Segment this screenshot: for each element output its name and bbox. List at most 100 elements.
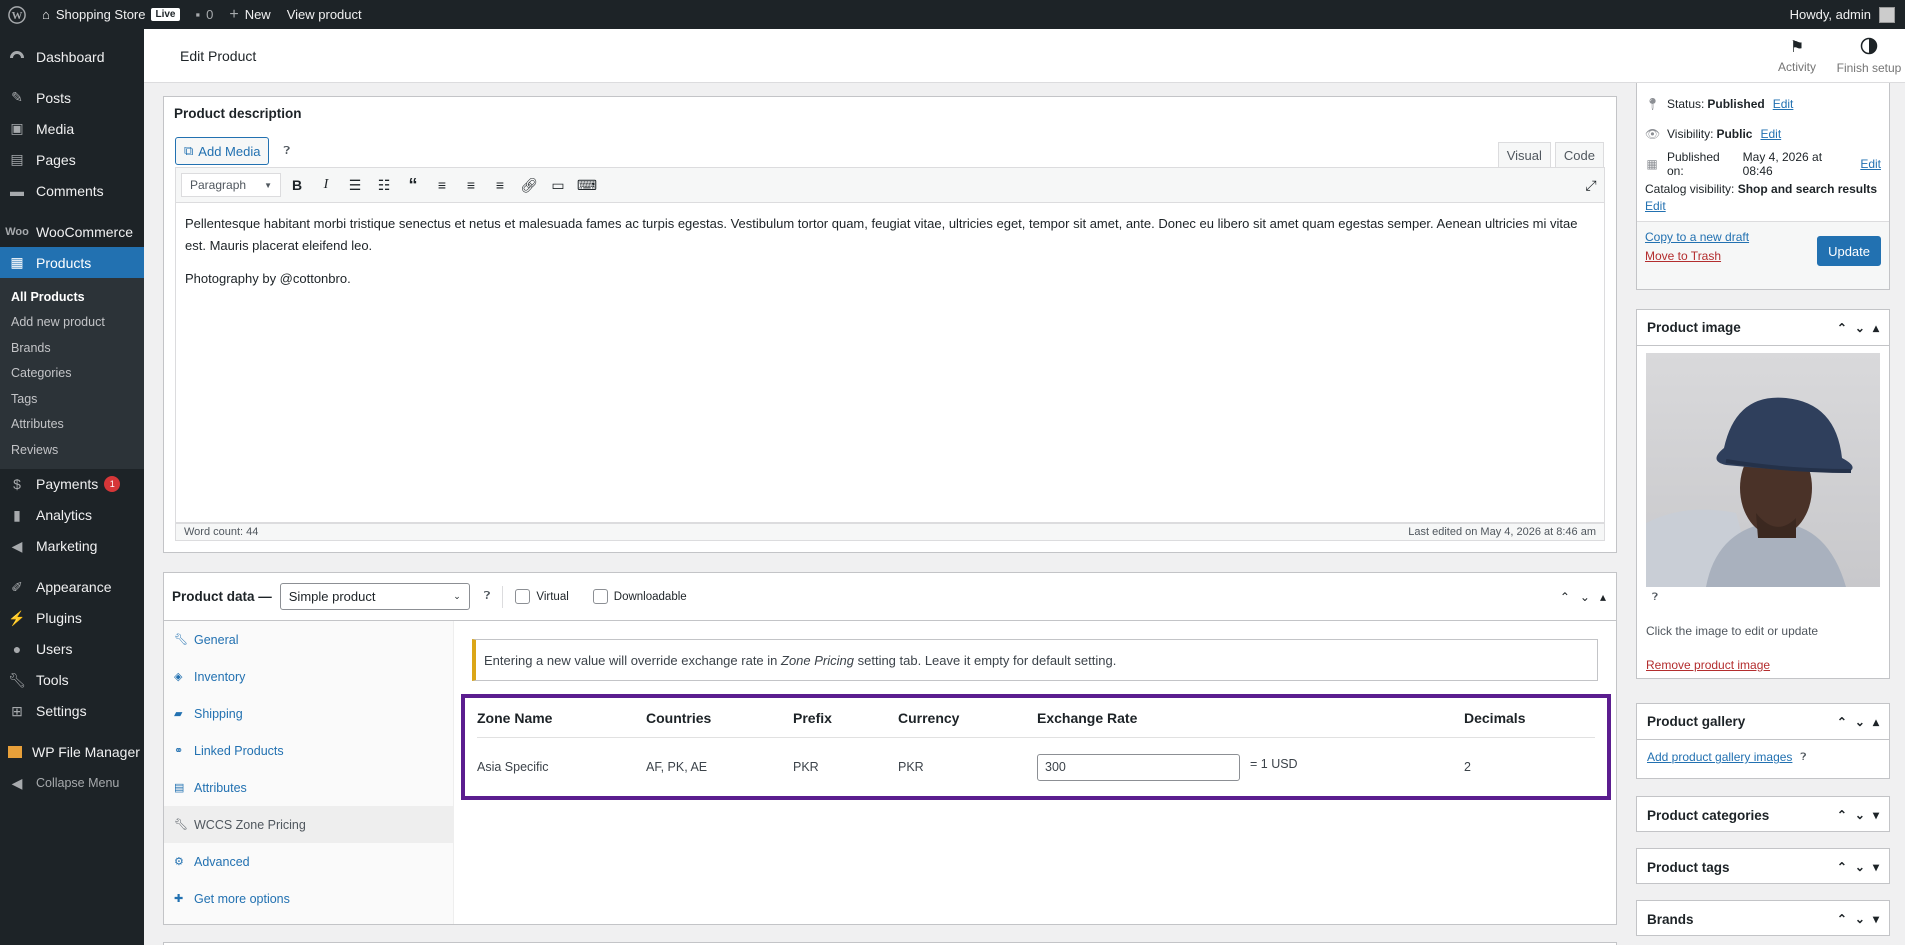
chevron-up-icon[interactable]: ⌃	[1837, 715, 1847, 729]
menu-woocommerce[interactable]: Woo WooCommerce	[0, 216, 144, 247]
toggle-panel-icon[interactable]: ▾	[1873, 912, 1879, 926]
menu-payments[interactable]: $ Payments 1	[0, 469, 144, 500]
menu-posts[interactable]: ✎ Posts	[0, 82, 144, 113]
chevron-up-icon[interactable]: ⌃	[1837, 912, 1847, 926]
chevron-down-icon[interactable]: ⌄	[1855, 808, 1865, 822]
tab-general[interactable]: 🔧︎ General	[164, 621, 453, 658]
chevron-up-icon[interactable]: ⌃	[1837, 860, 1847, 874]
site-name-link[interactable]: ⌂ Shopping Store Live	[34, 0, 188, 29]
menu-pages[interactable]: ▤ Pages	[0, 144, 144, 175]
menu-tools[interactable]: 🔧︎ Tools	[0, 665, 144, 696]
help-icon[interactable]: ❓︎	[1800, 752, 1806, 763]
product-tags-header[interactable]: Product tags ⌃ ⌄ ▾	[1637, 849, 1889, 885]
help-icon[interactable]: ❓︎	[484, 590, 491, 603]
howdy-text[interactable]: Howdy, admin	[1790, 7, 1871, 22]
product-image[interactable]	[1646, 353, 1880, 587]
wordpress-logo-icon[interactable]: W	[0, 0, 34, 29]
chevron-down-icon[interactable]: ⌄	[1855, 860, 1865, 874]
tab-visual[interactable]: Visual	[1497, 142, 1551, 168]
menu-plugins[interactable]: ⚡ Plugins	[0, 603, 144, 634]
exchange-rate-input[interactable]: 300	[1037, 753, 1240, 781]
help-icon[interactable]: ❓︎	[283, 145, 290, 158]
submenu-tags[interactable]: Tags	[0, 386, 144, 412]
menu-settings[interactable]: ⊞ Settings	[0, 696, 144, 727]
avatar[interactable]	[1879, 6, 1895, 23]
format-select[interactable]: Paragraph ▼	[181, 173, 281, 197]
menu-collapse[interactable]: ◀ Collapse Menu	[0, 768, 144, 799]
new-content-link[interactable]: + New	[221, 0, 278, 29]
toggle-panel-icon[interactable]: ▾	[1873, 860, 1879, 874]
menu-marketing[interactable]: ◀ Marketing	[0, 531, 144, 562]
add-gallery-images-link[interactable]: Add product gallery images	[1647, 750, 1792, 764]
toggle-panel-icon[interactable]: ▾	[1873, 808, 1879, 822]
downloadable-checkbox[interactable]	[592, 589, 608, 604]
eye-icon: 👁︎	[1645, 126, 1661, 141]
edit-date-link[interactable]: Edit	[1860, 157, 1881, 171]
menu-comments[interactable]: ▬ Comments	[0, 175, 144, 206]
chevron-up-icon[interactable]: ⌃	[1560, 590, 1570, 604]
virtual-checkbox[interactable]	[515, 589, 531, 604]
submenu-reviews[interactable]: Reviews	[0, 437, 144, 463]
chevron-down-icon[interactable]: ⌄	[1855, 321, 1865, 335]
bold-icon[interactable]: B	[284, 172, 310, 198]
numbered-list-icon[interactable]: ☷	[371, 172, 397, 198]
submenu-attributes[interactable]: Attributes	[0, 412, 144, 438]
tab-shipping[interactable]: ▰ Shipping	[164, 695, 453, 732]
submenu-categories[interactable]: Categories	[0, 361, 144, 387]
menu-wp-file-manager[interactable]: WP File Manager	[0, 737, 144, 768]
product-type-select[interactable]: Simple product ⌄	[279, 583, 470, 610]
menu-dashboard[interactable]: Dashboard	[0, 41, 144, 72]
virtual-option[interactable]: Virtual	[515, 589, 569, 604]
submenu-all-products[interactable]: All Products	[0, 284, 144, 310]
edit-status-link[interactable]: Edit	[1773, 97, 1794, 111]
align-center-icon[interactable]: ≡	[458, 172, 484, 198]
edit-catalog-link[interactable]: Edit	[1645, 199, 1666, 213]
tab-get-more-options[interactable]: ✚ Get more options	[164, 880, 453, 917]
menu-analytics[interactable]: ▮ Analytics	[0, 500, 144, 531]
bullet-list-icon[interactable]: ☰	[342, 172, 368, 198]
tab-code[interactable]: Code	[1554, 142, 1604, 168]
chevron-down-icon[interactable]: ⌄	[1855, 912, 1865, 926]
chevron-down-icon[interactable]: ⌄	[1855, 715, 1865, 729]
tab-inventory[interactable]: ◈ Inventory	[164, 658, 453, 695]
toggle-panel-icon[interactable]: ▴	[1600, 590, 1606, 604]
chevron-up-icon[interactable]: ⌃	[1837, 321, 1847, 335]
tab-advanced[interactable]: ⚙ Advanced	[164, 843, 453, 880]
add-media-button[interactable]: ⧉ Add Media	[175, 137, 270, 165]
read-more-icon[interactable]: ▭	[545, 172, 571, 198]
menu-products[interactable]: ▦ Products	[0, 247, 144, 278]
italic-icon[interactable]: I	[313, 172, 339, 198]
chevron-down-icon[interactable]: ⌄	[1580, 590, 1590, 604]
blockquote-icon[interactable]: “	[400, 172, 426, 198]
align-left-icon[interactable]: ≡	[429, 172, 455, 198]
menu-media[interactable]: ▣ Media	[0, 113, 144, 144]
update-button[interactable]: Update	[1817, 236, 1881, 266]
menu-appearance[interactable]: ✐ Appearance	[0, 572, 144, 603]
align-right-icon[interactable]: ≡	[487, 172, 513, 198]
brands-header[interactable]: Brands ⌃ ⌄ ▾	[1637, 901, 1889, 937]
editor-content[interactable]: Pellentesque habitant morbi tristique se…	[175, 203, 1605, 523]
menu-users[interactable]: ● Users	[0, 634, 144, 665]
link-icon: ⚭	[174, 745, 184, 757]
folder-icon	[8, 746, 22, 758]
remove-product-image-link[interactable]: Remove product image	[1646, 658, 1770, 672]
tab-linked-products[interactable]: ⚭ Linked Products	[164, 732, 453, 769]
comments-link[interactable]: ▪ 0	[188, 0, 222, 29]
activity-button[interactable]: ⚑ Activity	[1761, 29, 1833, 83]
fullscreen-icon[interactable]: ⤢	[1578, 172, 1604, 198]
help-icon[interactable]: ❓︎	[1652, 592, 1658, 603]
chevron-up-icon[interactable]: ⌃	[1837, 808, 1847, 822]
toolbar-toggle-icon[interactable]: ⌨︎	[574, 172, 600, 198]
tab-wccs-zone-pricing[interactable]: 🔧︎ WCCS Zone Pricing	[164, 806, 453, 843]
view-product-link[interactable]: View product	[279, 0, 370, 29]
product-categories-header[interactable]: Product categories ⌃ ⌄ ▾	[1637, 797, 1889, 833]
link-icon[interactable]: 🔗︎	[516, 172, 542, 198]
downloadable-option[interactable]: Downloadable	[592, 589, 687, 604]
tab-attributes[interactable]: ▤ Attributes	[164, 769, 453, 806]
edit-visibility-link[interactable]: Edit	[1760, 127, 1781, 141]
toggle-panel-icon[interactable]: ▴	[1873, 321, 1879, 335]
submenu-brands[interactable]: Brands	[0, 335, 144, 361]
finish-setup-button[interactable]: Finish setup	[1833, 29, 1905, 83]
submenu-add-new-product[interactable]: Add new product	[0, 310, 144, 336]
toggle-panel-icon[interactable]: ▴	[1873, 715, 1879, 729]
